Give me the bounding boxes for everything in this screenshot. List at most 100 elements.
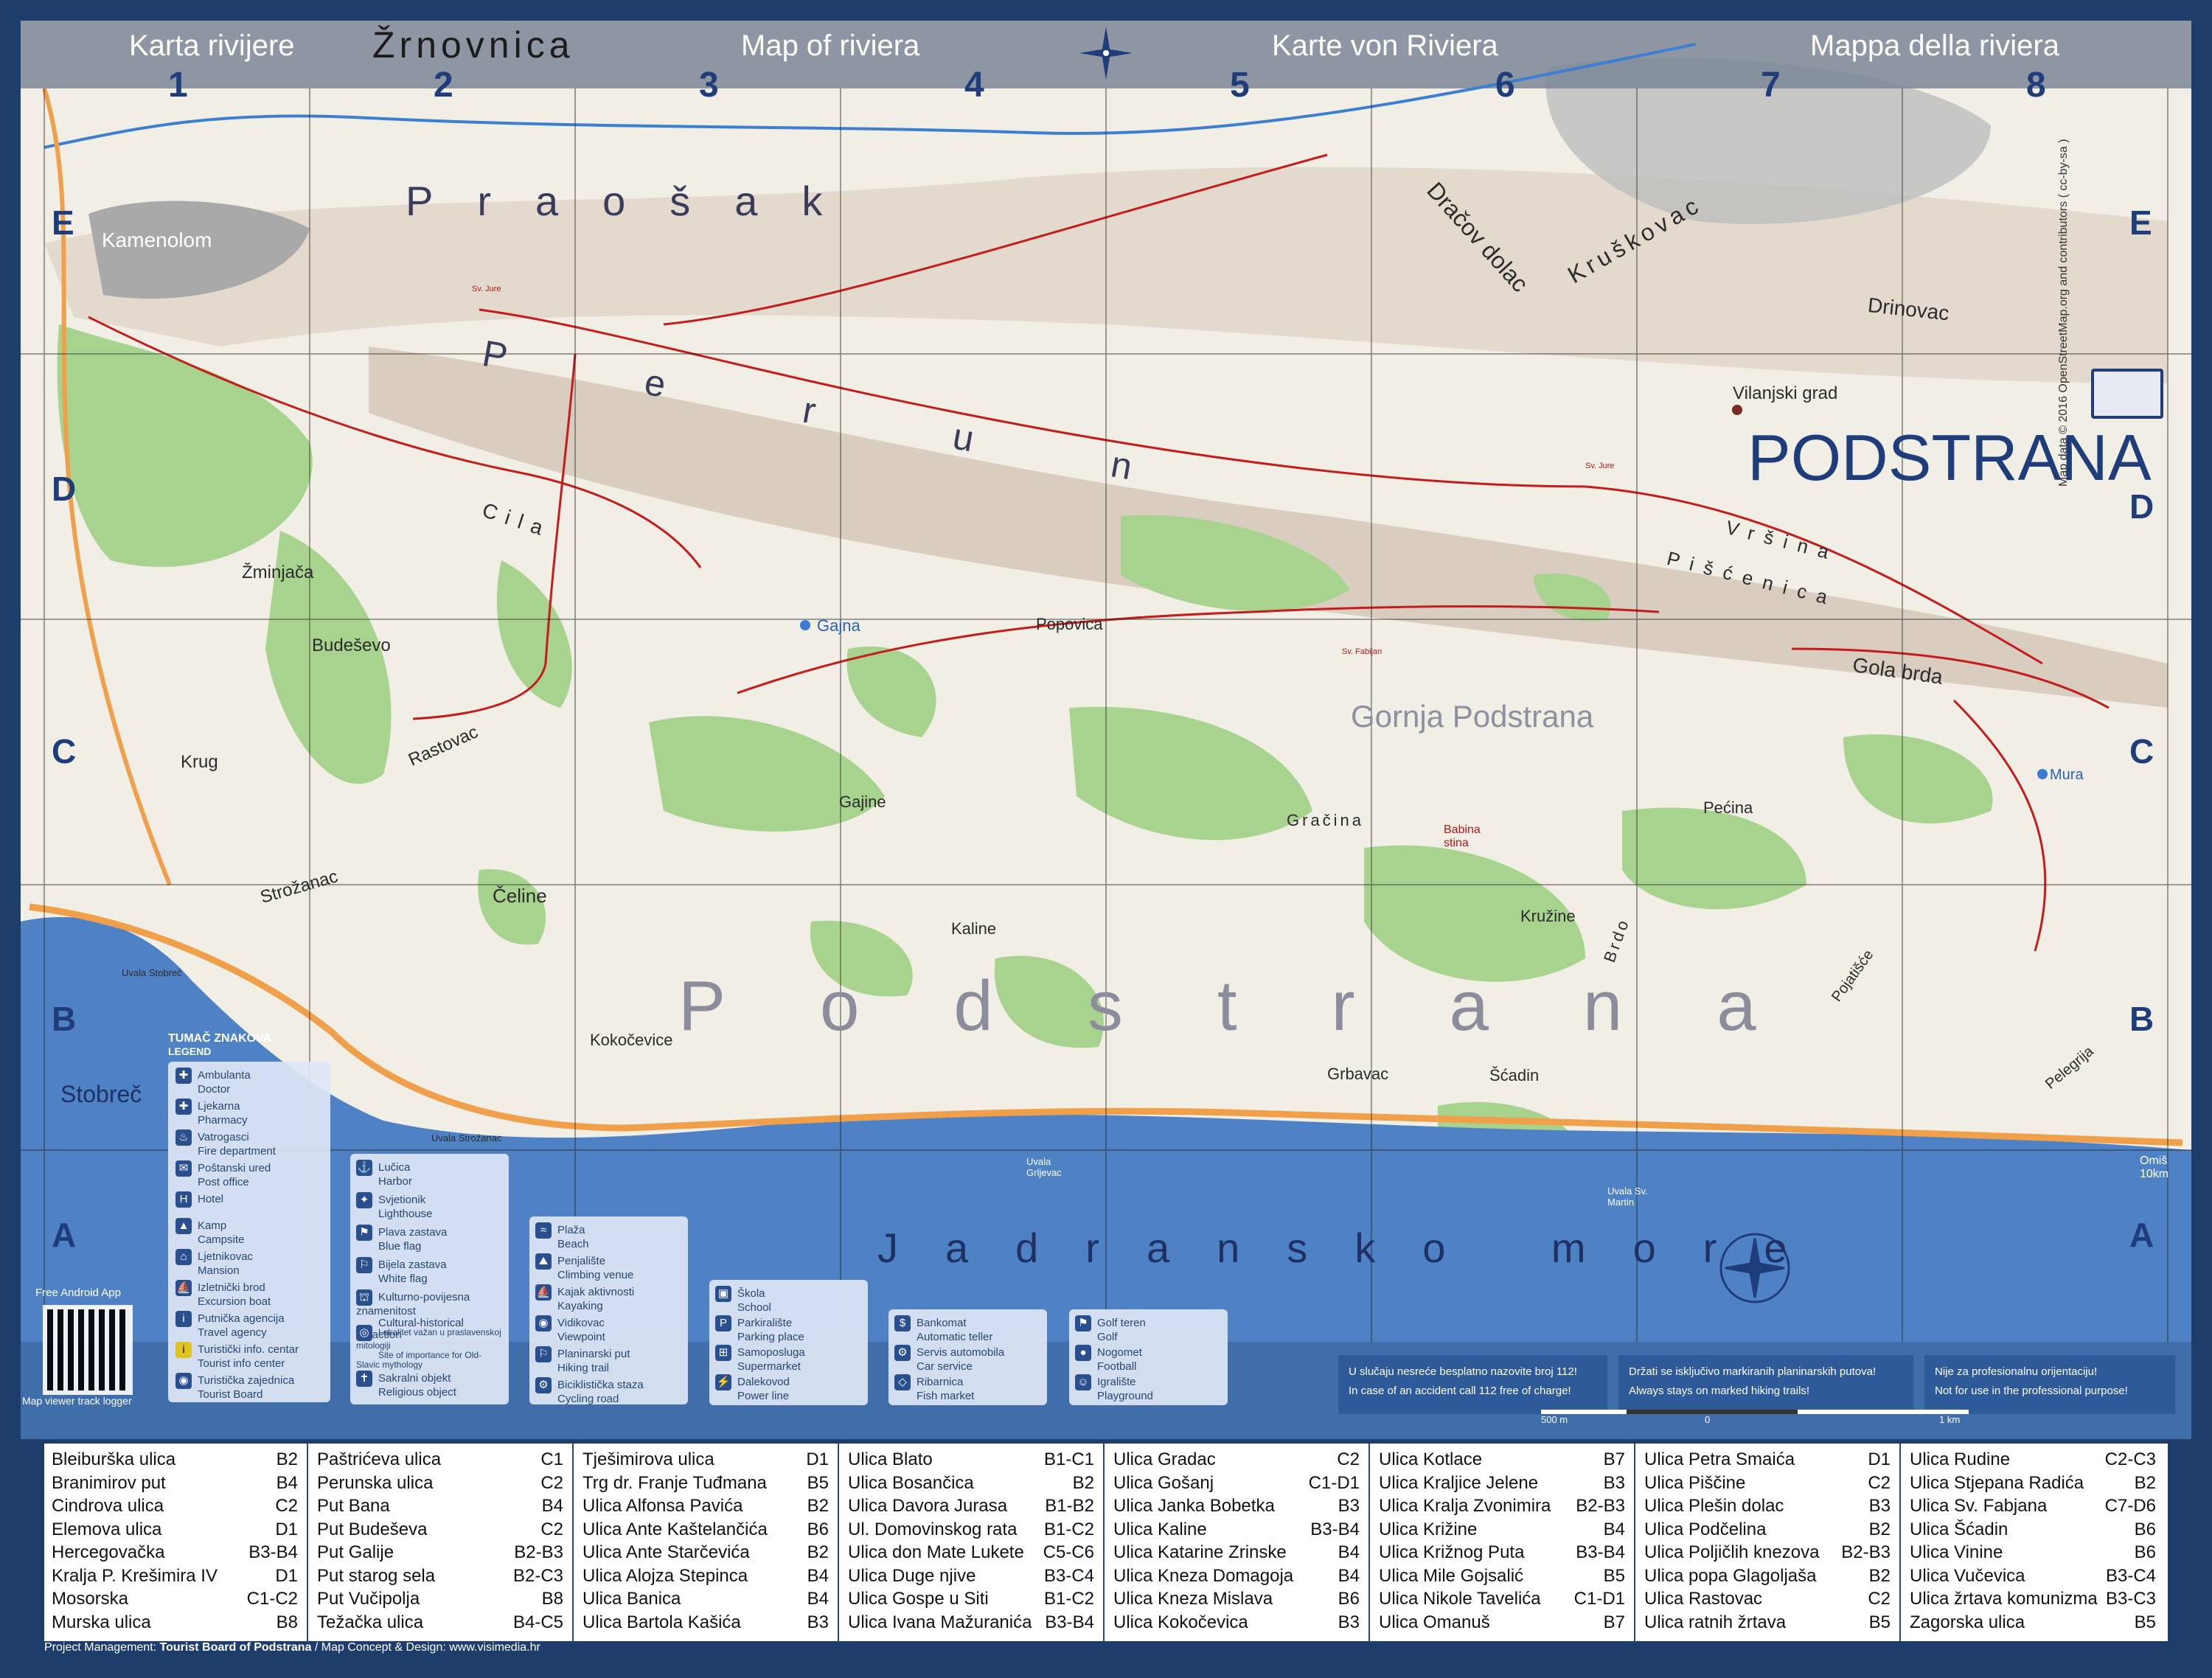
street-row[interactable]: Mosorska C1-C2 bbox=[44, 1589, 304, 1612]
street-name: Murska ulica bbox=[52, 1612, 151, 1632]
grid-col-6: 6 bbox=[1495, 66, 1515, 105]
street-column-divider bbox=[1103, 1444, 1105, 1641]
map-canvas[interactable] bbox=[0, 0, 2212, 1678]
street-row[interactable]: Ulica Bosančica B2 bbox=[841, 1473, 1100, 1497]
podstrana-logo[interactable]: PODSTRANA bbox=[1747, 420, 2152, 495]
street-grid-ref: B5 bbox=[807, 1472, 829, 1493]
street-row[interactable]: Put Galije B2-B3 bbox=[310, 1542, 569, 1566]
street-row[interactable]: Put Bana B4 bbox=[310, 1496, 569, 1519]
street-row[interactable]: Ulica Bartola Kašića B3 bbox=[575, 1612, 835, 1636]
grid-row-b-right: B bbox=[2129, 1000, 2154, 1038]
street-row[interactable]: Cindrova ulica C2 bbox=[44, 1496, 304, 1519]
street-row[interactable]: Ulica Šćadin B6 bbox=[1902, 1519, 2162, 1543]
street-row[interactable]: Ulica Duge njive B3-C4 bbox=[841, 1566, 1100, 1590]
street-row[interactable]: Ulica Gošanj C1-D1 bbox=[1106, 1473, 1366, 1497]
street-row[interactable]: Branimirov put B4 bbox=[44, 1473, 304, 1497]
street-row[interactable]: Ulica Poljičlih knezova B2-B3 bbox=[1637, 1542, 1896, 1566]
street-row[interactable]: Ulica Mile Gojsalić B5 bbox=[1371, 1566, 1631, 1590]
street-row[interactable]: Ulica don Mate Lukete C5-C6 bbox=[841, 1542, 1100, 1566]
street-row[interactable]: Ulica Rudine C2-C3 bbox=[1902, 1449, 2162, 1473]
street-grid-ref: B8 bbox=[276, 1612, 298, 1632]
street-row[interactable]: Murska ulica B8 bbox=[44, 1612, 304, 1636]
street-row[interactable]: Paštrićeva ulica C1 bbox=[310, 1449, 569, 1473]
street-grid-ref: B4 bbox=[807, 1565, 829, 1586]
street-name: Ulica Omanuš bbox=[1379, 1612, 1490, 1632]
street-row[interactable]: Ulica Sv. Fabjana C7-D6 bbox=[1902, 1496, 2162, 1519]
street-row[interactable]: Ulica Podčelina B2 bbox=[1637, 1519, 1896, 1543]
street-row[interactable]: Ulica ratnih žrtava B5 bbox=[1637, 1612, 1896, 1636]
qr-code[interactable] bbox=[43, 1305, 133, 1395]
street-row[interactable]: Ulica Piščine C2 bbox=[1637, 1473, 1896, 1497]
street-row[interactable]: Bleiburška ulica B2 bbox=[44, 1449, 304, 1473]
street-row[interactable]: Ulica Alojza Stepinca B4 bbox=[575, 1566, 835, 1590]
grid-col-1: 1 bbox=[168, 66, 188, 105]
street-row[interactable]: Ulica Alfonsa Pavića B2 bbox=[575, 1496, 835, 1519]
street-row[interactable]: Put starog sela B2-C3 bbox=[310, 1566, 569, 1590]
street-row[interactable]: Ulica Vinine B6 bbox=[1902, 1542, 2162, 1566]
street-row[interactable]: Ulica Kraljice Jelene B3 bbox=[1371, 1473, 1631, 1497]
street-name: Ulica Davora Jurasa bbox=[848, 1496, 1008, 1516]
street-row[interactable]: Tješimirova ulica D1 bbox=[575, 1449, 835, 1473]
street-row[interactable]: Ulica Ante Starčevića B2 bbox=[575, 1542, 835, 1566]
street-row[interactable]: Ulica Ivana Mažuranića B3-B4 bbox=[841, 1612, 1100, 1636]
street-row[interactable]: Ulica Kneza Mislava B6 bbox=[1106, 1589, 1366, 1612]
street-row[interactable]: Ulica Nikole Tavelića C1-D1 bbox=[1371, 1589, 1631, 1612]
street-row[interactable]: Ulica Križine B4 bbox=[1371, 1519, 1631, 1543]
street-row[interactable]: Hercegovačka B3-B4 bbox=[44, 1542, 304, 1566]
street-row[interactable]: Kralja P. Krešimira IV D1 bbox=[44, 1566, 304, 1590]
street-name: Ulica Petra Smaića bbox=[1644, 1449, 1795, 1469]
street-row[interactable]: Ulica Križnog Puta B3-B4 bbox=[1371, 1542, 1631, 1566]
street-row[interactable]: Ulica žrtava komunizma B3-C3 bbox=[1902, 1589, 2162, 1612]
street-row[interactable]: Ul. Domovinskog rata B1-C2 bbox=[841, 1519, 1100, 1543]
street-row[interactable]: Ulica Kneza Domagoja B4 bbox=[1106, 1566, 1366, 1590]
street-row[interactable]: Ulica Stjepana Radića B2 bbox=[1902, 1473, 2162, 1497]
street-grid-ref: B3 bbox=[1868, 1496, 1891, 1516]
street-row[interactable]: Zagorska ulica B5 bbox=[1902, 1612, 2162, 1636]
street-row[interactable]: Ulica Gospe u Siti B1-C2 bbox=[841, 1589, 1100, 1612]
street-row[interactable]: Ulica Katarine Zrinske B4 bbox=[1106, 1542, 1366, 1566]
street-row[interactable]: Put Vučipolja B8 bbox=[310, 1589, 569, 1612]
street-row[interactable]: Ulica Ante Kaštelančića B6 bbox=[575, 1519, 835, 1543]
street-row[interactable]: Ulica Janka Bobetka B3 bbox=[1106, 1496, 1366, 1519]
fish-market-icon: ◇ bbox=[894, 1374, 911, 1390]
street-row[interactable]: Perunska ulica C2 bbox=[310, 1473, 569, 1497]
place-gajna: Gajna bbox=[817, 616, 860, 635]
street-name: Ulica Kaline bbox=[1113, 1519, 1207, 1539]
street-row[interactable]: Ulica Banica B4 bbox=[575, 1589, 835, 1612]
street-row[interactable]: Elemova ulica D1 bbox=[44, 1519, 304, 1543]
grid-row-e-right: E bbox=[2129, 203, 2152, 242]
street-row[interactable]: Ulica Kokočevica B3 bbox=[1106, 1612, 1366, 1636]
legend-fish-market: ◇ Ribarnica Fish market bbox=[894, 1374, 974, 1402]
street-row[interactable]: Ulica Vučevica B3-C4 bbox=[1902, 1566, 2162, 1590]
street-grid-ref: C2 bbox=[275, 1496, 298, 1516]
street-row[interactable]: Ulica Kralja Zvonimira B2-B3 bbox=[1371, 1496, 1631, 1519]
street-row[interactable]: Ulica Omanuš B7 bbox=[1371, 1612, 1631, 1636]
street-row[interactable]: Ulica popa Glagoljaša B2 bbox=[1637, 1566, 1896, 1590]
street-row[interactable]: Ulica Gradac C2 bbox=[1106, 1449, 1366, 1473]
street-grid-ref: D1 bbox=[275, 1519, 298, 1539]
legend-playground: ☺ Igralište Playground bbox=[1075, 1374, 1153, 1402]
street-row[interactable]: Ulica Petra Smaića D1 bbox=[1637, 1449, 1896, 1473]
street-grid-ref: B2-C3 bbox=[512, 1565, 563, 1586]
street-name: Ulica Rastovac bbox=[1644, 1589, 1763, 1609]
grid-col-2: 2 bbox=[434, 66, 453, 105]
street-row[interactable]: Ulica Plešin dolac B3 bbox=[1637, 1496, 1896, 1519]
street-row[interactable]: Ulica Kotlace B7 bbox=[1371, 1449, 1631, 1473]
street-row[interactable]: Ulica Rastovac C2 bbox=[1637, 1589, 1896, 1612]
place-babina-stina: Babina stina bbox=[1444, 824, 1481, 849]
street-row[interactable]: Trg dr. Franje Tuđmana B5 bbox=[575, 1473, 835, 1497]
legend-post: ✉ Poštanski ured Post office bbox=[175, 1160, 271, 1188]
street-grid-ref: B2 bbox=[1868, 1519, 1891, 1539]
hiking-trail-icon: ⚐ bbox=[535, 1346, 552, 1362]
power-line-icon: ⚡ bbox=[715, 1374, 731, 1390]
scale-mid: 0 bbox=[1705, 1414, 1711, 1425]
street-row[interactable]: Težačka ulica B4-C5 bbox=[310, 1612, 569, 1636]
street-grid-ref: B6 bbox=[1338, 1589, 1360, 1609]
street-row[interactable]: Ulica Blato B1-C1 bbox=[841, 1449, 1100, 1473]
street-row[interactable]: Ulica Kaline B3-B4 bbox=[1106, 1519, 1366, 1543]
street-grid-ref: C2 bbox=[1337, 1449, 1360, 1469]
campsite-icon: ▲ bbox=[175, 1218, 192, 1234]
street-row[interactable]: Put Budeševa C2 bbox=[310, 1519, 569, 1543]
street-row[interactable]: Ulica Davora Jurasa B1-B2 bbox=[841, 1496, 1100, 1519]
street-grid-ref: C7-D6 bbox=[2104, 1496, 2156, 1516]
